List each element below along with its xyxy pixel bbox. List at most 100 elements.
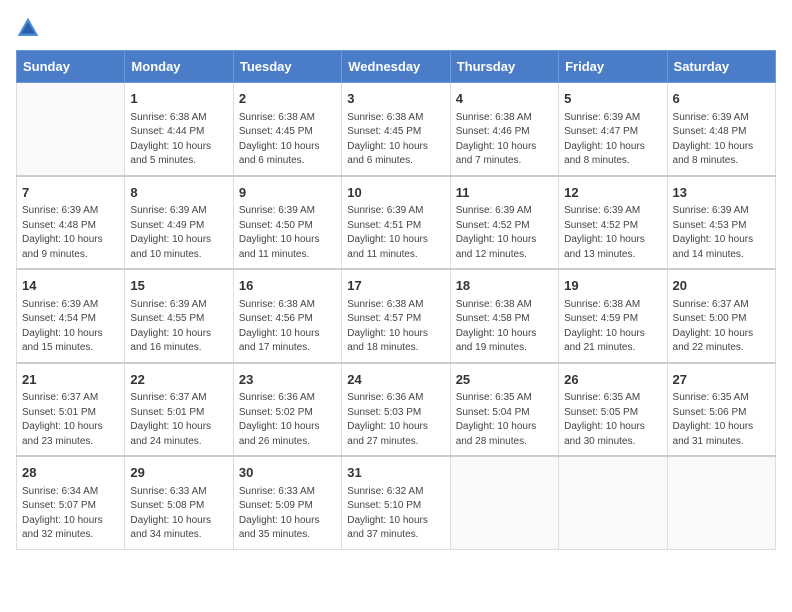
sunset-text: Sunset: 4:49 PM — [130, 219, 227, 234]
calendar-cell: 20Sunrise: 6:37 AMSunset: 5:00 PMDayligh… — [667, 269, 775, 363]
day-number: 23 — [239, 370, 336, 390]
sunset-text: Sunset: 5:02 PM — [239, 406, 336, 421]
calendar-cell — [17, 83, 125, 176]
sunrise-text: Sunrise: 6:38 AM — [130, 111, 227, 126]
day-info: Sunrise: 6:38 AMSunset: 4:46 PMDaylight:… — [456, 111, 553, 169]
sunset-text: Sunset: 4:52 PM — [456, 219, 553, 234]
sunrise-text: Sunrise: 6:39 AM — [673, 204, 770, 219]
calendar-header: SundayMondayTuesdayWednesdayThursdayFrid… — [17, 51, 776, 83]
day-number: 9 — [239, 183, 336, 203]
calendar-cell: 19Sunrise: 6:38 AMSunset: 4:59 PMDayligh… — [559, 269, 667, 363]
daylight-text: Daylight: 10 hours and 8 minutes. — [673, 140, 770, 169]
col-header-tuesday: Tuesday — [233, 51, 341, 83]
day-info: Sunrise: 6:38 AMSunset: 4:45 PMDaylight:… — [239, 111, 336, 169]
day-info: Sunrise: 6:34 AMSunset: 5:07 PMDaylight:… — [22, 485, 119, 543]
day-number: 3 — [347, 89, 444, 109]
calendar-week-2: 7Sunrise: 6:39 AMSunset: 4:48 PMDaylight… — [17, 176, 776, 270]
sunset-text: Sunset: 4:47 PM — [564, 125, 661, 140]
calendar-table: SundayMondayTuesdayWednesdayThursdayFrid… — [16, 50, 776, 550]
col-header-saturday: Saturday — [667, 51, 775, 83]
day-number: 14 — [22, 276, 119, 296]
calendar-week-5: 28Sunrise: 6:34 AMSunset: 5:07 PMDayligh… — [17, 456, 776, 549]
daylight-text: Daylight: 10 hours and 13 minutes. — [564, 233, 661, 262]
calendar-cell: 31Sunrise: 6:32 AMSunset: 5:10 PMDayligh… — [342, 456, 450, 549]
sunset-text: Sunset: 5:08 PM — [130, 499, 227, 514]
daylight-text: Daylight: 10 hours and 34 minutes. — [130, 514, 227, 543]
calendar-cell: 14Sunrise: 6:39 AMSunset: 4:54 PMDayligh… — [17, 269, 125, 363]
day-number: 20 — [673, 276, 770, 296]
sunset-text: Sunset: 4:52 PM — [564, 219, 661, 234]
sunset-text: Sunset: 4:54 PM — [22, 312, 119, 327]
sunset-text: Sunset: 4:48 PM — [673, 125, 770, 140]
calendar-cell: 29Sunrise: 6:33 AMSunset: 5:08 PMDayligh… — [125, 456, 233, 549]
day-number: 8 — [130, 183, 227, 203]
day-number: 5 — [564, 89, 661, 109]
day-number: 19 — [564, 276, 661, 296]
calendar-cell: 17Sunrise: 6:38 AMSunset: 4:57 PMDayligh… — [342, 269, 450, 363]
calendar-cell: 22Sunrise: 6:37 AMSunset: 5:01 PMDayligh… — [125, 363, 233, 457]
day-info: Sunrise: 6:35 AMSunset: 5:06 PMDaylight:… — [673, 391, 770, 449]
sunset-text: Sunset: 4:44 PM — [130, 125, 227, 140]
calendar-cell: 26Sunrise: 6:35 AMSunset: 5:05 PMDayligh… — [559, 363, 667, 457]
sunrise-text: Sunrise: 6:35 AM — [673, 391, 770, 406]
calendar-cell: 3Sunrise: 6:38 AMSunset: 4:45 PMDaylight… — [342, 83, 450, 176]
daylight-text: Daylight: 10 hours and 22 minutes. — [673, 327, 770, 356]
sunrise-text: Sunrise: 6:35 AM — [564, 391, 661, 406]
sunset-text: Sunset: 4:56 PM — [239, 312, 336, 327]
sunset-text: Sunset: 5:00 PM — [673, 312, 770, 327]
sunset-text: Sunset: 5:03 PM — [347, 406, 444, 421]
calendar-cell: 4Sunrise: 6:38 AMSunset: 4:46 PMDaylight… — [450, 83, 558, 176]
day-info: Sunrise: 6:36 AMSunset: 5:03 PMDaylight:… — [347, 391, 444, 449]
day-info: Sunrise: 6:39 AMSunset: 4:54 PMDaylight:… — [22, 298, 119, 356]
daylight-text: Daylight: 10 hours and 32 minutes. — [22, 514, 119, 543]
day-number: 22 — [130, 370, 227, 390]
day-info: Sunrise: 6:35 AMSunset: 5:04 PMDaylight:… — [456, 391, 553, 449]
day-info: Sunrise: 6:39 AMSunset: 4:48 PMDaylight:… — [22, 204, 119, 262]
day-info: Sunrise: 6:37 AMSunset: 5:00 PMDaylight:… — [673, 298, 770, 356]
sunrise-text: Sunrise: 6:34 AM — [22, 485, 119, 500]
sunrise-text: Sunrise: 6:39 AM — [347, 204, 444, 219]
logo-icon — [16, 16, 40, 40]
daylight-text: Daylight: 10 hours and 12 minutes. — [456, 233, 553, 262]
day-info: Sunrise: 6:39 AMSunset: 4:49 PMDaylight:… — [130, 204, 227, 262]
daylight-text: Daylight: 10 hours and 5 minutes. — [130, 140, 227, 169]
logo — [16, 16, 44, 40]
sunrise-text: Sunrise: 6:33 AM — [130, 485, 227, 500]
sunrise-text: Sunrise: 6:32 AM — [347, 485, 444, 500]
day-number: 27 — [673, 370, 770, 390]
sunset-text: Sunset: 5:07 PM — [22, 499, 119, 514]
daylight-text: Daylight: 10 hours and 18 minutes. — [347, 327, 444, 356]
header — [16, 16, 776, 40]
daylight-text: Daylight: 10 hours and 11 minutes. — [347, 233, 444, 262]
day-info: Sunrise: 6:33 AMSunset: 5:09 PMDaylight:… — [239, 485, 336, 543]
day-info: Sunrise: 6:39 AMSunset: 4:47 PMDaylight:… — [564, 111, 661, 169]
calendar-cell: 18Sunrise: 6:38 AMSunset: 4:58 PMDayligh… — [450, 269, 558, 363]
daylight-text: Daylight: 10 hours and 10 minutes. — [130, 233, 227, 262]
sunrise-text: Sunrise: 6:39 AM — [239, 204, 336, 219]
sunrise-text: Sunrise: 6:39 AM — [564, 204, 661, 219]
day-info: Sunrise: 6:39 AMSunset: 4:52 PMDaylight:… — [456, 204, 553, 262]
calendar-cell: 12Sunrise: 6:39 AMSunset: 4:52 PMDayligh… — [559, 176, 667, 270]
col-header-wednesday: Wednesday — [342, 51, 450, 83]
calendar-cell: 13Sunrise: 6:39 AMSunset: 4:53 PMDayligh… — [667, 176, 775, 270]
header-row: SundayMondayTuesdayWednesdayThursdayFrid… — [17, 51, 776, 83]
daylight-text: Daylight: 10 hours and 6 minutes. — [347, 140, 444, 169]
sunrise-text: Sunrise: 6:38 AM — [456, 298, 553, 313]
daylight-text: Daylight: 10 hours and 35 minutes. — [239, 514, 336, 543]
sunrise-text: Sunrise: 6:37 AM — [130, 391, 227, 406]
sunrise-text: Sunrise: 6:38 AM — [564, 298, 661, 313]
day-number: 24 — [347, 370, 444, 390]
calendar-cell: 28Sunrise: 6:34 AMSunset: 5:07 PMDayligh… — [17, 456, 125, 549]
sunrise-text: Sunrise: 6:38 AM — [347, 111, 444, 126]
sunrise-text: Sunrise: 6:35 AM — [456, 391, 553, 406]
calendar-cell: 7Sunrise: 6:39 AMSunset: 4:48 PMDaylight… — [17, 176, 125, 270]
day-number: 10 — [347, 183, 444, 203]
day-info: Sunrise: 6:38 AMSunset: 4:59 PMDaylight:… — [564, 298, 661, 356]
day-info: Sunrise: 6:36 AMSunset: 5:02 PMDaylight:… — [239, 391, 336, 449]
day-number: 6 — [673, 89, 770, 109]
daylight-text: Daylight: 10 hours and 30 minutes. — [564, 420, 661, 449]
daylight-text: Daylight: 10 hours and 28 minutes. — [456, 420, 553, 449]
calendar-cell — [450, 456, 558, 549]
daylight-text: Daylight: 10 hours and 11 minutes. — [239, 233, 336, 262]
daylight-text: Daylight: 10 hours and 19 minutes. — [456, 327, 553, 356]
